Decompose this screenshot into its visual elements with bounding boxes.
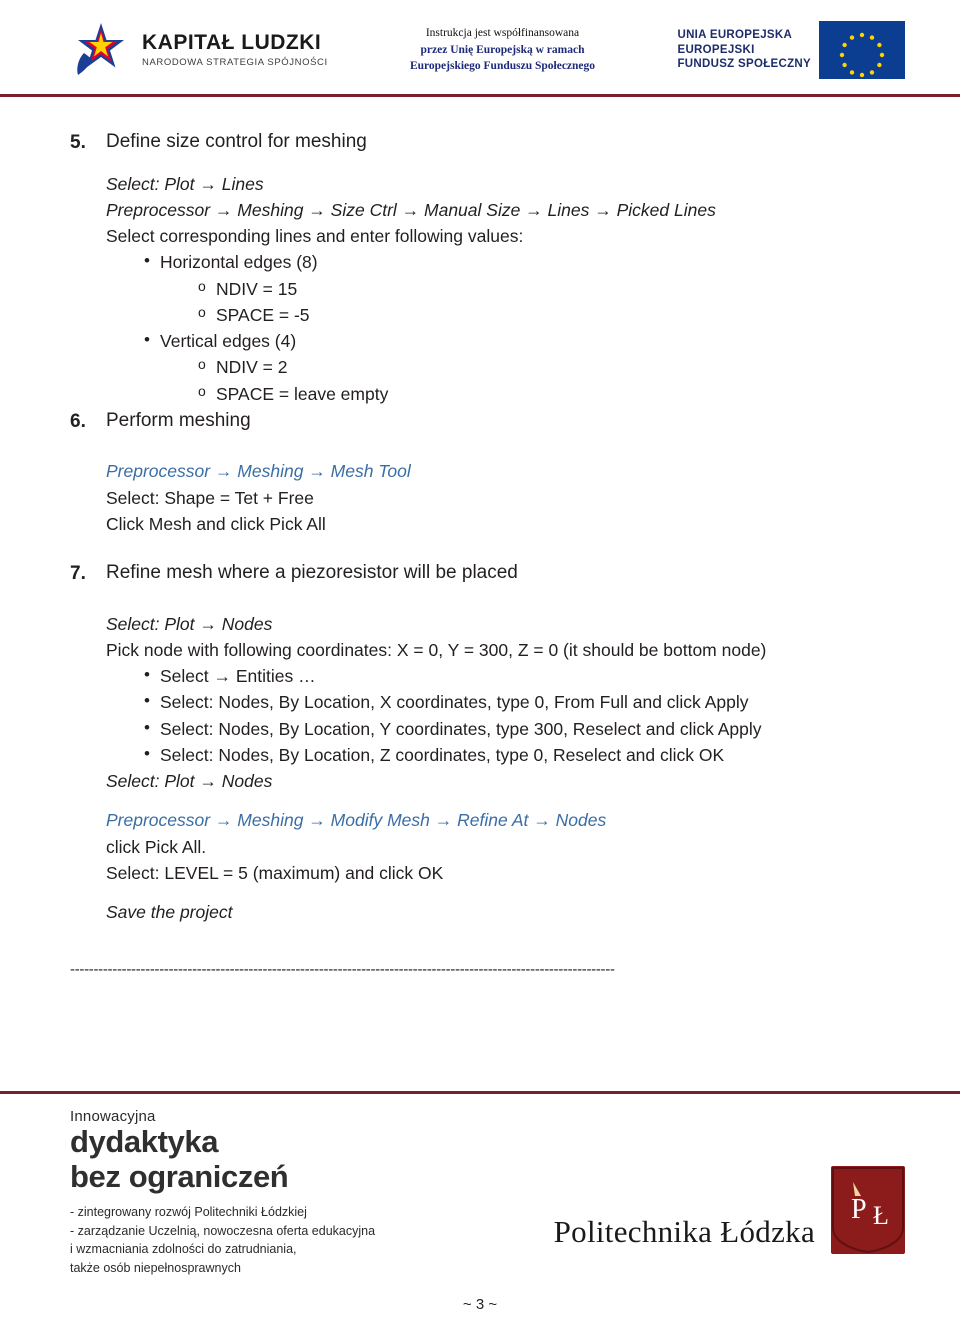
step-7-click-pick-all: click Pick All. — [106, 836, 207, 857]
eu-line-1: UNIA EUROPEJSKA — [677, 29, 793, 42]
step-5-bullet-list: Horizontal edges (8) NDIV = 15 SPACE = -… — [106, 248, 910, 407]
step-6-title: Perform meshing — [106, 409, 251, 431]
document-body: 5. Define size control for meshing Selec… — [0, 106, 960, 982]
step-7-level-line: Select: LEVEL = 5 (maximum) and click OK — [106, 862, 444, 883]
funding-note-line-1: Instrukcja jest współfinansowana — [425, 26, 580, 39]
step-6-number: 6. — [70, 410, 86, 432]
step-7-select-line-2: Select: Plot → Nodes — [106, 771, 273, 791]
step-5-body: Select: Plot → Lines Preprocessor → Mesh… — [106, 171, 910, 407]
eu-line-3: FUNDUSZ SPOŁECZNY — [677, 58, 811, 71]
step-5-sublist-2: NDIV = 2 SPACE = leave empty — [160, 354, 910, 407]
step-5-select-line: Select: Plot → Lines — [106, 173, 264, 194]
footer-big-line-2: bez ograniczeń — [70, 1158, 289, 1194]
footer-desc-line-1: - zintegrowany rozwój Politechniki Łódzk… — [70, 1205, 307, 1220]
footer-desc-line-3: i wzmacniania zdolności do zatrudniania, — [70, 1242, 297, 1257]
kapital-ludzki-logo: KAPITAŁ LUDZKI NARODOWA STRATEGIA SPÓJNO… — [70, 19, 370, 81]
bullet-label: Horizontal edges (8) — [160, 252, 318, 273]
footer-big-line-1: dydaktyka — [70, 1124, 219, 1159]
list-item: Select: Nodes, By Location, Y coordinate… — [144, 714, 910, 742]
star-logo-icon — [70, 19, 132, 81]
svg-text:Ł: Ł — [873, 1201, 889, 1230]
list-item: Select → Entities … — [144, 662, 910, 689]
footer-desc-line-4: także osób niepełnosprawnych — [70, 1260, 241, 1275]
funding-note-line-3: Europejskiego Funduszu Społecznego — [409, 60, 596, 73]
step-7-select-line: Select: Plot → Nodes — [106, 613, 273, 634]
step-7-pick-node-line: Pick node with following coordinates: X … — [106, 639, 767, 660]
step-7-bullet-list: Select → Entities … Select: Nodes, By Lo… — [106, 662, 910, 768]
step-7-path-line: Preprocessor → Meshing → Modify Mesh → R… — [106, 810, 607, 831]
list-item: NDIV = 2 — [198, 354, 910, 380]
step-6-shape-line: Select: Shape = Tet + Free — [106, 487, 314, 508]
step-6: 6. Perform meshing — [70, 407, 910, 437]
list-item: SPACE = -5 — [198, 302, 910, 328]
list-item: NDIV = 15 — [198, 276, 910, 302]
page-number: ~ 3 ~ — [462, 1296, 498, 1313]
eu-logo: UNIA EUROPEJSKA EUROPEJSKI FUNDUSZ SPOŁE… — [635, 21, 905, 79]
step-7-body: Select: Plot → Nodes Pick node with foll… — [106, 611, 910, 926]
eu-flag-icon — [819, 21, 905, 79]
list-item: Select: Nodes, By Location, Z coordinate… — [144, 741, 910, 768]
university-name: Politechnika Łódzka — [553, 1214, 815, 1249]
footer-description: - zintegrowany rozwój Politechniki Łódzk… — [70, 1203, 500, 1277]
step-6-path-line: Preprocessor → Meshing → Mesh Tool — [106, 461, 411, 482]
funding-note-line-2: przez Unię Europejską w ramach — [420, 43, 585, 56]
kapital-ludzki-title: KAPITAŁ LUDZKI — [142, 30, 322, 54]
footer-university: Politechnika Łódzka P Ł — [500, 1108, 905, 1254]
step-7-save-line: Save the project — [106, 902, 233, 922]
list-item: SPACE = leave empty — [198, 381, 910, 407]
footer-inner: Innowacyjna dydaktyka bez ograniczeń - z… — [0, 1094, 960, 1298]
step-6-click-line: Click Mesh and click Pick All — [106, 513, 326, 534]
step-7-number: 7. — [70, 563, 86, 584]
svg-text:P: P — [851, 1194, 867, 1225]
eu-logo-text: UNIA EUROPEJSKA EUROPEJSKI FUNDUSZ SPOŁE… — [677, 28, 811, 71]
header-divider-rule — [0, 94, 960, 97]
step-5-path-line: Preprocessor → Meshing → Size Ctrl → Man… — [106, 199, 716, 220]
page-footer: Innowacyjna dydaktyka bez ograniczeń - z… — [0, 1091, 960, 1323]
page-header: KAPITAŁ LUDZKI NARODOWA STRATEGIA SPÓJNO… — [0, 0, 960, 106]
kapital-ludzki-text: KAPITAŁ LUDZKI NARODOWA STRATEGIA SPÓJNO… — [142, 30, 328, 69]
step-6-body: Preprocessor → Meshing → Mesh Tool Selec… — [106, 458, 910, 537]
list-item: Select: Nodes, By Location, X coordinate… — [144, 688, 910, 715]
step-5-title: Define size control for meshing — [106, 131, 367, 152]
footer-desc-line-2: - zarządzanie Uczelnią, nowoczesna ofert… — [70, 1223, 376, 1238]
section-divider-dashes: ----------------------------------------… — [70, 961, 615, 979]
header-funding-note: Instrukcja jest współfinansowana przez U… — [370, 25, 635, 75]
kapital-ludzki-subtitle: NARODOWA STRATEGIA SPÓJNOŚCI — [142, 57, 328, 69]
eu-line-2: EUROPEJSKI — [677, 43, 755, 56]
step-5: 5. Define size control for meshing — [70, 128, 910, 158]
footer-branding: Innowacyjna dydaktyka bez ograniczeń - z… — [70, 1108, 500, 1277]
step-7: 7. Refine mesh where a piezoresistor wil… — [70, 559, 910, 589]
university-crest-icon: P Ł — [831, 1166, 905, 1254]
footer-innowacyjna: Innowacyjna — [70, 1108, 156, 1125]
header-inner: KAPITAŁ LUDZKI NARODOWA STRATEGIA SPÓJNO… — [0, 10, 960, 90]
list-item: Horizontal edges (8) NDIV = 15 SPACE = -… — [144, 248, 910, 329]
bullet-label: Vertical edges (4) — [160, 331, 297, 351]
step-5-number: 5. — [70, 132, 86, 153]
step-7-title: Refine mesh where a piezoresistor will b… — [106, 562, 518, 583]
step-5-instruction: Select corresponding lines and enter fol… — [106, 226, 524, 246]
list-item: Vertical edges (4) NDIV = 2 SPACE = leav… — [144, 327, 910, 407]
step-5-sublist-1: NDIV = 15 SPACE = -5 — [160, 276, 910, 329]
